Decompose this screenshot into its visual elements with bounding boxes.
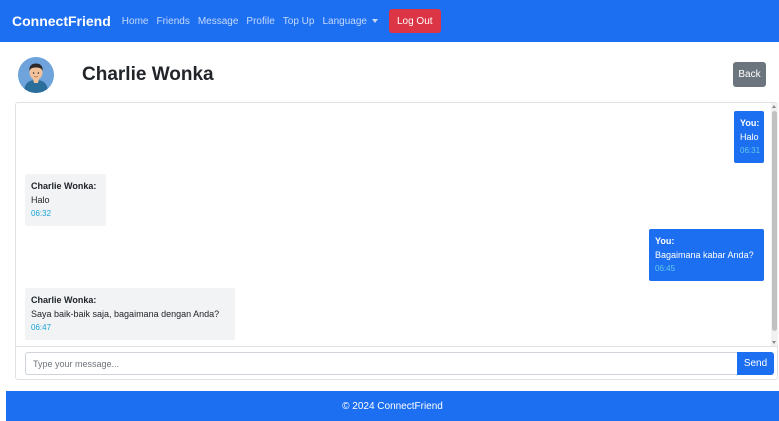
nav-link-profile[interactable]: Profile bbox=[246, 16, 274, 27]
scroll-up-arrow-icon[interactable] bbox=[772, 105, 776, 108]
contact-name: Charlie Wonka bbox=[82, 64, 214, 85]
nav-link-home[interactable]: Home bbox=[122, 16, 149, 27]
message-text: Bagaimana kabar Anda? bbox=[655, 250, 754, 260]
message-sender: You: bbox=[740, 118, 760, 128]
message-time: 06:31 bbox=[740, 146, 761, 155]
scroll-thumb[interactable] bbox=[772, 111, 777, 331]
language-dropdown-label: Language bbox=[322, 15, 367, 27]
message-time: 06:45 bbox=[655, 264, 676, 273]
chevron-down-icon bbox=[371, 19, 378, 23]
message-time: 06:47 bbox=[31, 323, 52, 332]
language-dropdown[interactable]: Language bbox=[322, 16, 378, 27]
user-avatar-icon bbox=[18, 57, 54, 93]
message-text: Halo bbox=[740, 132, 759, 142]
footer-copyright: © 2024 ConnectFriend bbox=[342, 400, 443, 412]
message-bubble-outgoing: You: Halo 06:31 bbox=[734, 111, 764, 163]
message-input[interactable] bbox=[25, 352, 737, 375]
message-list[interactable]: You: Halo 06:31 Charlie Wonka: Halo 06:3… bbox=[16, 103, 778, 347]
top-navbar: ConnectFriend Home Friends Message Profi… bbox=[0, 0, 779, 42]
nav-link-top-up[interactable]: Top Up bbox=[283, 16, 315, 27]
message-sender: Charlie Wonka: bbox=[31, 181, 97, 191]
nav-link-friends[interactable]: Friends bbox=[156, 16, 189, 27]
message-sender: Charlie Wonka: bbox=[31, 295, 97, 305]
message-list-scrollbar[interactable] bbox=[771, 103, 778, 346]
brand-logo[interactable]: ConnectFriend bbox=[12, 13, 111, 29]
send-button[interactable]: Send bbox=[737, 352, 774, 375]
logout-button[interactable]: Log Out bbox=[388, 9, 441, 33]
message-bubble-incoming: Charlie Wonka: Halo 06:32 bbox=[25, 174, 106, 226]
back-button[interactable]: Back bbox=[733, 62, 766, 87]
nav-link-message[interactable]: Message bbox=[198, 16, 239, 27]
chat-header: Charlie Wonka Back bbox=[0, 42, 779, 102]
message-sender: You: bbox=[655, 236, 675, 246]
scroll-down-arrow-icon[interactable] bbox=[772, 341, 776, 344]
message-text: Halo bbox=[31, 195, 50, 205]
message-bubble-outgoing: You: Bagaimana kabar Anda? 06:45 bbox=[649, 229, 764, 281]
footer: © 2024 ConnectFriend bbox=[6, 391, 779, 421]
message-text: Saya baik-baik saja, bagaimana dengan An… bbox=[31, 309, 220, 319]
chat-card: You: Halo 06:31 Charlie Wonka: Halo 06:3… bbox=[15, 102, 778, 380]
message-composer: Send bbox=[25, 352, 774, 375]
message-bubble-incoming: Charlie Wonka: Saya baik-baik saja, baga… bbox=[25, 288, 235, 340]
message-time: 06:32 bbox=[31, 209, 52, 218]
